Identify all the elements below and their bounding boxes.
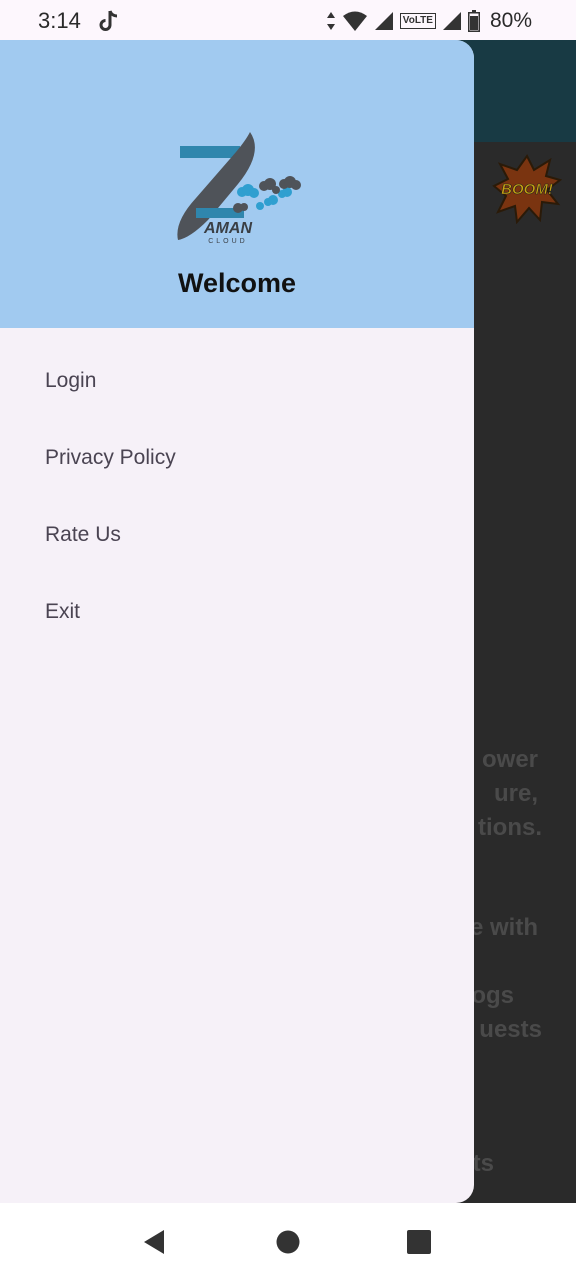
home-icon[interactable]: [273, 1227, 303, 1257]
drawer-header: AMAN CLOUD Welcome: [0, 40, 474, 328]
menu-item-exit[interactable]: Exit: [0, 573, 474, 650]
system-nav-bar: [0, 1203, 576, 1280]
signal-icon: [442, 12, 461, 30]
back-icon[interactable]: [140, 1227, 170, 1257]
menu-item-login[interactable]: Login: [0, 342, 474, 419]
data-arrows-icon: [326, 12, 335, 30]
status-bar: 3:14 VoLTE 80%: [0, 0, 576, 40]
boom-badge-text: BOOM!: [501, 181, 553, 198]
volte-icon: VoLTE: [399, 13, 436, 29]
wifi-icon: [342, 11, 367, 31]
status-icons: VoLTE 80%: [326, 8, 532, 34]
menu-item-rate-us[interactable]: Rate Us: [0, 496, 474, 573]
battery-icon: [467, 10, 480, 32]
battery-level: 80%: [489, 9, 532, 32]
logo-brand-text: AMAN: [203, 220, 252, 237]
signal-icon: [374, 12, 393, 30]
navigation-drawer: AMAN CLOUD Welcome Login Privacy Policy …: [0, 40, 474, 1203]
zaman-cloud-logo: AMAN CLOUD: [177, 132, 301, 245]
welcome-title: Welcome: [177, 268, 297, 298]
status-time: 3:14: [38, 8, 81, 33]
menu-item-privacy-policy[interactable]: Privacy Policy: [0, 419, 474, 496]
boom-badge-icon: BOOM!: [492, 154, 562, 224]
tiktok-icon: [99, 10, 118, 31]
recents-icon[interactable]: [404, 1227, 434, 1257]
logo-brand-subtext: CLOUD: [208, 238, 248, 245]
